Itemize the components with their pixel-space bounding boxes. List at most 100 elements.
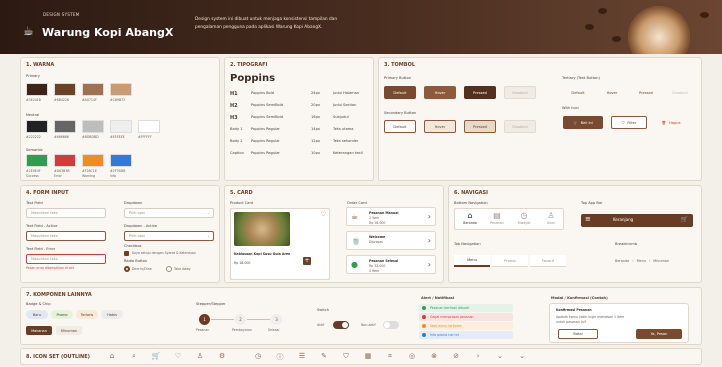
alert-text: Pesanan berhasil dibuat!: [430, 306, 470, 310]
alert-status-icon: [422, 333, 426, 337]
list-icon: ☰: [298, 352, 306, 360]
color-swatch: [110, 83, 132, 96]
breadcrumb-label: Breadcrumb: [615, 242, 638, 246]
tab-menu[interactable]: Menu: [454, 255, 490, 267]
type-style-usage: Teks utama: [333, 127, 354, 131]
nav-item-label: Akun: [547, 221, 555, 225]
delete-button[interactable]: 🗑 Hapus: [655, 116, 687, 129]
primary-button-hover[interactable]: Hover: [424, 86, 456, 99]
type-style-name: Body 1: [230, 127, 243, 131]
coffee-art-image: [628, 6, 690, 54]
type-style-desc: Poppins Regular: [251, 151, 280, 155]
close-icon: ⊗: [431, 352, 437, 360]
tab-promo[interactable]: Promo: [492, 255, 528, 267]
secondary-button-default[interactable]: Default: [384, 120, 416, 133]
modal-cancel-button[interactable]: Batal: [558, 329, 598, 339]
heart-icon: ♡: [174, 352, 182, 360]
color-code: #222222: [26, 135, 41, 139]
step-connector: [211, 319, 234, 320]
checkbox[interactable]: [124, 251, 129, 256]
coffee-bean-icon: [700, 12, 709, 18]
secondary-button-pressed[interactable]: Pressed: [464, 120, 496, 133]
coffee-bean-icon: [585, 24, 594, 30]
bottom-nav-item[interactable]: ⌂ Beranda: [458, 211, 482, 229]
dropdown-active[interactable]: Pilih opsi ⌄: [124, 231, 214, 241]
cart-icon: 🛒: [151, 352, 161, 360]
radio-dine-in[interactable]: [124, 266, 130, 272]
tab-favorit[interactable]: Favorit: [530, 255, 566, 267]
primary-button-disabled[interactable]: Disabled: [504, 86, 536, 99]
breadcrumb-item[interactable]: Menu: [637, 259, 646, 263]
chevron-down-small-icon: ⌄: [519, 352, 525, 360]
location-icon: ◎: [408, 352, 416, 360]
order-sub: Rp 32.000: [369, 264, 386, 268]
font-name: Poppins: [230, 73, 276, 84]
text-field-error[interactable]: Masukkan teks: [26, 254, 106, 264]
primary-button-default[interactable]: Default: [384, 86, 416, 99]
product-card[interactable]: ♡ Kebiasaan Kopi Susu Gula Aren Rp 18.00…: [230, 208, 330, 280]
filter-button[interactable]: ⛉ Filter: [611, 116, 647, 129]
switch-label: Switch: [317, 308, 329, 312]
chip-promo[interactable]: Promo: [51, 310, 73, 319]
order-card[interactable]: ☕ Pesanan Manual 2 item Rp 18.000 ›: [346, 207, 436, 226]
color-code: #FFFFFF: [138, 135, 152, 139]
switch-on[interactable]: [333, 321, 349, 329]
cart-icon[interactable]: 🛒: [681, 216, 688, 223]
cart-icon: 🛒: [573, 120, 578, 125]
chip-terlaris[interactable]: Terlaris: [76, 310, 98, 319]
text-field-active[interactable]: Masukkan teks: [26, 231, 106, 241]
color-swatch: [82, 120, 104, 133]
color-swatch: [54, 154, 76, 167]
clock-icon: ◷: [254, 352, 262, 360]
alert-item: Gagal memproses pesanan: [419, 313, 513, 321]
user-icon: ♙: [196, 352, 204, 360]
step-circle: 2: [235, 314, 246, 325]
alert-text: Info promo hari ini: [430, 333, 460, 337]
error-message: Pesan error ditampilkan di sini: [26, 266, 75, 270]
order-card[interactable]: ● Pesanan Selesai Rp 32.000 4 item ›: [346, 255, 436, 274]
dropdown[interactable]: Pilih opsi ⌄: [124, 208, 214, 218]
breadcrumb-item[interactable]: Beranda: [615, 259, 629, 263]
menu-icon[interactable]: ≡: [585, 215, 591, 223]
tertiary-button-default[interactable]: Default: [563, 86, 593, 99]
icon-button-label: With Icon: [562, 106, 579, 110]
color-swatch: [54, 120, 76, 133]
secondary-button-hover[interactable]: Hover: [424, 120, 456, 133]
tab-nav-label: Tab Navigation: [454, 242, 481, 246]
chip-minuman[interactable]: Minuman: [56, 326, 82, 335]
bottom-nav-item[interactable]: ♙ Akun: [539, 211, 563, 229]
qr-icon: ⌗: [388, 352, 392, 360]
order-icon: ●: [351, 260, 358, 269]
tertiary-button-pressed[interactable]: Pressed: [631, 86, 661, 99]
coffee-bean-icon: [612, 36, 621, 42]
bottom-nav-item[interactable]: ▤ Pesanan: [485, 211, 509, 229]
buy-button[interactable]: 🛒 Beli Ini: [563, 116, 603, 129]
alert-text: Gagal memproses pesanan: [430, 315, 474, 319]
step-circle: 3: [271, 314, 282, 325]
type-style-name: H3: [230, 115, 238, 121]
bottom-nav-item[interactable]: ◷ Riwayat: [512, 211, 536, 229]
product-image: [234, 212, 290, 246]
chip-baru[interactable]: Baru: [26, 310, 48, 319]
tertiary-button-disabled[interactable]: Disabled: [665, 86, 695, 99]
chip-makanan[interactable]: Makanan: [26, 326, 52, 335]
order-name: Pesanan Selesai: [369, 259, 399, 263]
primary-button-pressed[interactable]: Pressed: [464, 86, 496, 99]
text-field[interactable]: Masukkan teks: [26, 208, 106, 218]
order-card[interactable]: 🍵 Welcome Diproses ›: [346, 231, 436, 250]
nav-item-icon: ⌂: [467, 211, 473, 220]
radio-take-away[interactable]: [166, 266, 172, 272]
add-to-cart-button[interactable]: +: [303, 257, 311, 265]
alert-status-icon: [422, 315, 426, 319]
breadcrumb-item[interactable]: Minuman: [653, 259, 669, 263]
modal-confirm-button[interactable]: Ya, Pesan: [636, 329, 682, 339]
semantic-label: Semantic: [26, 148, 43, 152]
order-name: Welcome: [369, 235, 386, 239]
switch-off[interactable]: [383, 321, 399, 329]
calendar-icon: ▦: [364, 352, 372, 360]
chip-habis[interactable]: Habis: [101, 310, 123, 319]
step-connector: [247, 319, 270, 320]
secondary-button-disabled[interactable]: Disabled: [504, 120, 536, 133]
heart-icon[interactable]: ♡: [321, 211, 326, 218]
tertiary-button-hover[interactable]: Hover: [597, 86, 627, 99]
